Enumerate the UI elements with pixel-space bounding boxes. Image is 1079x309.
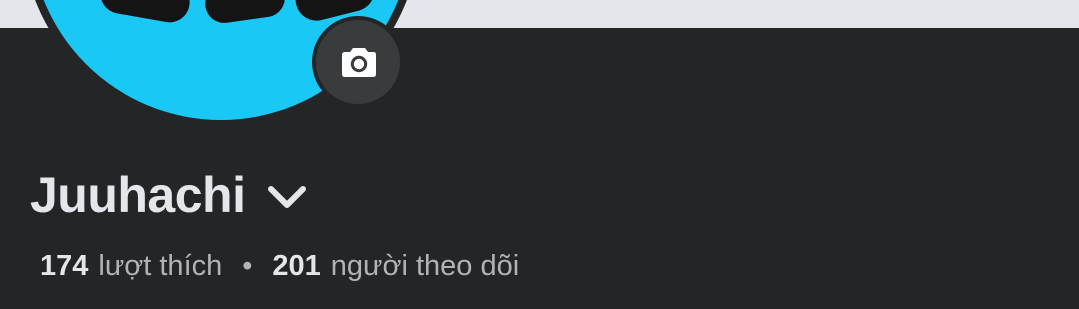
camera-icon <box>342 48 376 77</box>
likes-stat[interactable]: 174 lượt thích <box>40 246 222 286</box>
chevron-down-icon[interactable] <box>265 182 309 212</box>
likes-count: 174 <box>40 250 89 282</box>
followers-stat[interactable]: 201 người theo dõi <box>272 246 519 286</box>
change-profile-photo-button[interactable] <box>312 16 404 108</box>
profile-stats: 174 lượt thích • 201 người theo dõi <box>40 246 519 286</box>
avatar-artwork <box>202 0 288 26</box>
profile-name: Juuhachi <box>30 167 246 223</box>
profile-name-row[interactable]: Juuhachi <box>30 164 309 226</box>
followers-count: 201 <box>272 250 321 282</box>
followers-label: người theo dõi <box>330 250 520 282</box>
avatar-artwork <box>97 0 193 26</box>
camera-button-background <box>316 20 400 104</box>
stats-separator: • <box>242 250 253 282</box>
likes-label: lượt thích <box>98 250 223 282</box>
